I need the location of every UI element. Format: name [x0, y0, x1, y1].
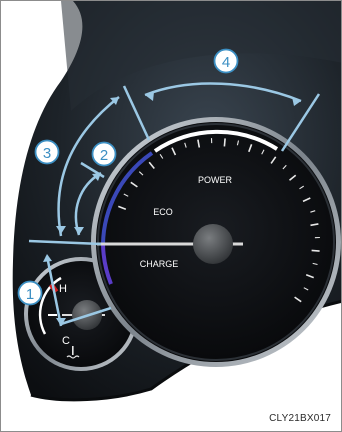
- instrument-cluster-drawing: POWER ECO CHARGE H C 1 2 3 4: [5, 1, 341, 402]
- callout-4: 4: [213, 48, 239, 74]
- temperature-cold-mark: C: [62, 335, 70, 347]
- zone-label-eco: ECO: [153, 207, 173, 217]
- hybrid-system-indicator: POWER ECO CHARGE: [91, 117, 341, 367]
- callout-2-number: 2: [100, 147, 108, 164]
- callout-3: 3: [34, 139, 60, 165]
- temperature-hot-mark: H: [59, 283, 67, 295]
- gauge-tick: [311, 249, 320, 252]
- callout-4-number: 4: [222, 54, 230, 71]
- figure-code: CLY21BX017: [269, 413, 331, 424]
- callout-1-number: 1: [26, 286, 34, 303]
- callout-1: 1: [17, 280, 43, 306]
- callout-3-number: 3: [43, 145, 51, 162]
- zone-label-power: POWER: [198, 175, 233, 185]
- gauge-tick: [223, 138, 226, 147]
- callout-2: 2: [91, 141, 117, 167]
- zone-label-charge: CHARGE: [140, 259, 179, 269]
- hybrid-system-indicator-illustration: POWER ECO CHARGE H C 1 2 3 4 CLY21BX017: [0, 0, 342, 432]
- gauge-needle-hub: [193, 224, 233, 264]
